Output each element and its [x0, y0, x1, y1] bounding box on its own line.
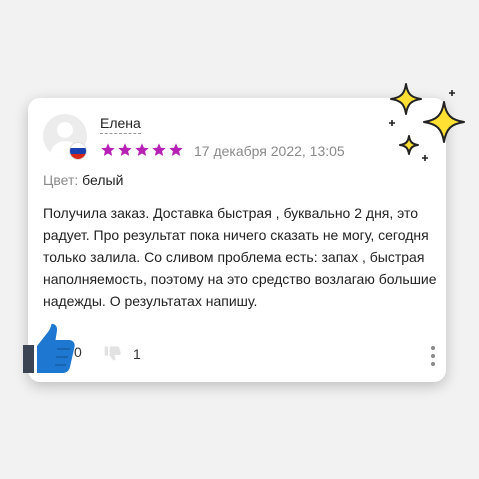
- star-icon: [101, 143, 115, 156]
- star-icon: [152, 143, 166, 156]
- sparkles-icon: [389, 83, 465, 161]
- star-icon: [118, 143, 132, 156]
- review-text: Получила заказ. Доставка быстрая , буква…: [43, 205, 437, 309]
- thumbs-up-icon: [23, 323, 75, 373]
- star-icon: [135, 143, 149, 156]
- dislike-count: 1: [133, 346, 141, 362]
- product-color: Цвет: белый: [43, 171, 123, 189]
- star-icon: [169, 143, 183, 156]
- color-label: Цвет:: [43, 172, 79, 188]
- russia-flag-icon: [69, 142, 87, 160]
- rating-stars: [100, 142, 184, 158]
- thumbs-down-icon: [104, 346, 121, 361]
- author-name[interactable]: Елена: [100, 115, 141, 134]
- color-value: белый: [82, 172, 124, 188]
- more-vertical-icon[interactable]: [430, 346, 436, 368]
- review-date: 17 декабря 2022, 13:05: [194, 143, 345, 159]
- dislike-button[interactable]: 1: [103, 344, 141, 364]
